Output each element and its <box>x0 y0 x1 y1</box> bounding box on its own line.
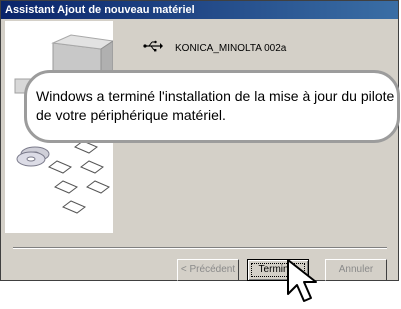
device-name: KONICA_MINOLTA 002a <box>175 42 287 54</box>
cancel-button-label: Annuler <box>338 264 374 275</box>
window-title: Assistant Ajout de nouveau matériel <box>5 4 195 16</box>
button-separator <box>13 247 387 249</box>
usb-icon <box>143 39 163 57</box>
back-button-label: < Précédent <box>180 264 236 275</box>
mouse-cursor-icon <box>286 258 320 309</box>
cd-icon <box>16 146 50 167</box>
cancel-button[interactable]: Annuler <box>325 259 387 281</box>
floppy-disk-icon <box>48 140 110 214</box>
message-line-1: Windows a terminé l'installation de la m… <box>36 88 395 104</box>
title-bar[interactable]: Assistant Ajout de nouveau matériel <box>1 1 398 19</box>
device-row: KONICA_MINOLTA 002a <box>143 40 286 56</box>
back-button[interactable]: < Précédent <box>177 259 239 281</box>
message-line-2: de votre périphérique matériel. <box>36 107 226 123</box>
completion-message: Windows a terminé l'installation de la m… <box>36 87 398 125</box>
